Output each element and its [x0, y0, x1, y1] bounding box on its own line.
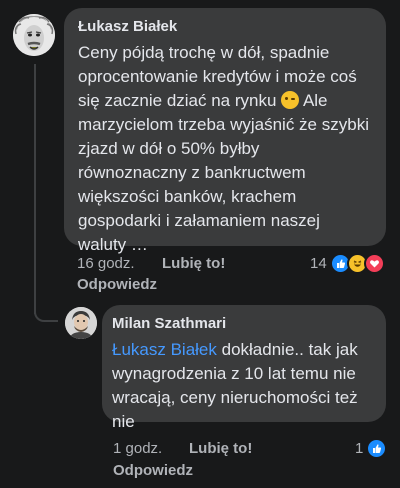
comment-time[interactable]: 1 godz. — [113, 440, 162, 457]
reply-button[interactable]: Odpowiedz — [113, 462, 193, 479]
winking-face-icon — [281, 91, 300, 109]
like-button[interactable]: Lubię to! — [189, 440, 252, 457]
avatar[interactable] — [13, 14, 55, 56]
reaction-count: 1 — [355, 440, 364, 457]
like-reaction-icon — [366, 438, 388, 459]
user-avatar-icon — [65, 307, 97, 339]
comment-text: Ceny pójdą trochę w dół, spadnie oprocen… — [78, 41, 372, 257]
like-button[interactable]: Lubię to! — [162, 255, 225, 272]
comment-text-part: Ale marzycielom trzeba wyjaśnić że szybk… — [78, 91, 369, 254]
comment-bubble: Łukasz Białek Ceny pójdą trochę w dół, s… — [64, 8, 386, 254]
comment-time[interactable]: 16 godz. — [77, 255, 135, 272]
comment-author[interactable]: Łukasz Białek — [78, 17, 372, 37]
comment-text: Łukasz Białek dokładnie.. tak jak wynagr… — [112, 338, 374, 434]
mention-link[interactable]: Łukasz Białek — [112, 340, 217, 359]
einstein-avatar-icon — [13, 14, 55, 56]
avatar[interactable] — [65, 307, 97, 339]
reply-button[interactable]: Odpowiedz — [77, 276, 157, 293]
reaction-summary[interactable]: 14 — [310, 253, 385, 274]
thread-line — [34, 64, 36, 314]
reaction-count: 14 — [310, 255, 327, 272]
reply-bubble: Milan Szathmari Łukasz Białek dokładnie.… — [102, 305, 386, 431]
reaction-summary[interactable]: 1 — [355, 438, 388, 459]
love-reaction-icon — [363, 253, 385, 274]
thread-connector — [34, 312, 58, 322]
comment-author[interactable]: Milan Szathmari — [112, 314, 374, 334]
